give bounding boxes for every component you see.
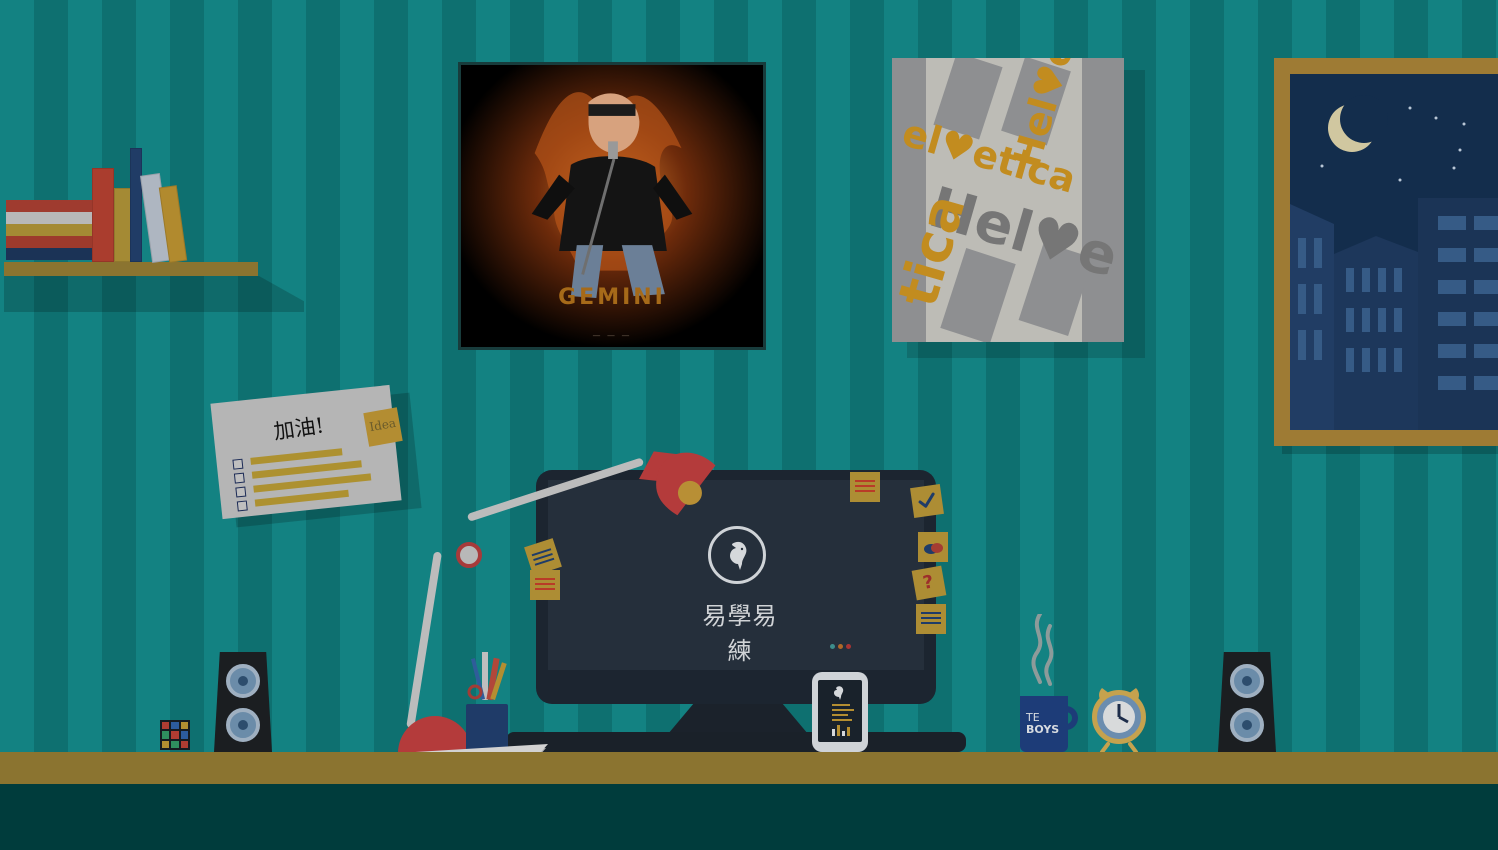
gemini-poster: GEMINI — — — [458, 62, 766, 350]
computer-monitor [536, 470, 936, 704]
mug-handle [1060, 706, 1078, 730]
helvetica-art: el♥etica Hel♥e Hel♥e tica [892, 58, 1124, 342]
speaker-right [1218, 652, 1276, 752]
book-stack-3 [6, 224, 92, 236]
todo-checkbox-1 [232, 458, 244, 470]
speaker-left [214, 652, 272, 752]
poster-title: GEMINI [558, 285, 666, 310]
sticky-left2-line3 [535, 588, 555, 590]
monitor-sticky-cloud [918, 532, 948, 562]
todo-note: 加油! [210, 384, 402, 520]
book-stack-2 [6, 212, 92, 224]
idea-sticky: Idea [363, 407, 403, 447]
speaker-right-bottom-cone [1230, 708, 1264, 742]
smartphone [812, 672, 868, 752]
book-blue-tall [130, 148, 142, 262]
desk-illustration: GEMINI — — — el♥etica Hel♥e Hel♥e tica 加… [0, 0, 1498, 850]
speaker-left-bottom-cone [226, 708, 260, 742]
cloud-icon [924, 543, 943, 554]
sticky-lines-2 [921, 617, 941, 619]
poster-subtitle: — — — [592, 331, 632, 340]
speaker-right-top-cone [1230, 664, 1264, 698]
monitor-sticky-top [850, 472, 880, 502]
alarm-clock-icon [1099, 688, 1139, 754]
sticky-left2-line1 [535, 578, 555, 580]
sticky-line-3 [855, 490, 875, 492]
shelf-shadow [4, 276, 304, 312]
pencil-set-icon [467, 652, 507, 701]
todo-checkbox-2 [233, 472, 245, 484]
screen-dot-teal [830, 644, 835, 649]
monitor-stand [668, 704, 808, 734]
book-stack-4 [6, 236, 92, 248]
idea-label: Idea [368, 415, 398, 435]
sticky-lines-3 [921, 622, 941, 624]
window-view [1290, 74, 1498, 430]
monitor-sticky-left-2 [530, 570, 560, 600]
phone-screen [818, 680, 862, 742]
rubiks-cube [160, 720, 190, 750]
mug-text-line-2: BOYS [1026, 723, 1060, 736]
bird-logo-icon [730, 541, 747, 570]
night-window [1274, 58, 1498, 446]
sticky-lines-1 [921, 612, 941, 614]
todo-checkbox-4 [236, 500, 248, 512]
note-title: 加油! [272, 413, 326, 445]
sticky-left2-line2 [535, 583, 555, 585]
screen-brand-text: 易學易練 [702, 602, 778, 665]
monitor-keyboard-bar [506, 732, 966, 752]
monitor-sticky-check [910, 484, 944, 518]
lamp-joint [456, 542, 482, 568]
monitor-sticky-lines [916, 604, 946, 634]
sticky-line-1 [855, 480, 875, 482]
desk-surface [0, 752, 1498, 784]
phone-chart-icon [832, 686, 854, 736]
todo-line-4 [254, 489, 349, 507]
city-night-art [1290, 74, 1498, 430]
book-red-tall [92, 168, 114, 262]
floor [0, 784, 1498, 850]
lamp-arm-lower [406, 551, 442, 729]
todo-checkbox-3 [235, 486, 247, 498]
sticky-line-2 [855, 485, 875, 487]
check-icon [918, 492, 935, 508]
screen-dot-red [846, 644, 851, 649]
mug-text-line-1: TE [1026, 711, 1040, 724]
bookshelf [4, 262, 258, 276]
todo-line-1 [250, 448, 343, 465]
book-stack-5 [6, 248, 92, 260]
speaker-left-top-cone [226, 664, 260, 698]
question-mark-icon: ? [921, 571, 936, 594]
steam-icon [1031, 614, 1054, 686]
book-stack-1 [6, 200, 92, 212]
screen-dot-orange [838, 644, 843, 649]
helvetica-print: el♥etica Hel♥e Hel♥e tica [892, 58, 1124, 342]
monitor-sticky-question: ? [911, 565, 947, 601]
